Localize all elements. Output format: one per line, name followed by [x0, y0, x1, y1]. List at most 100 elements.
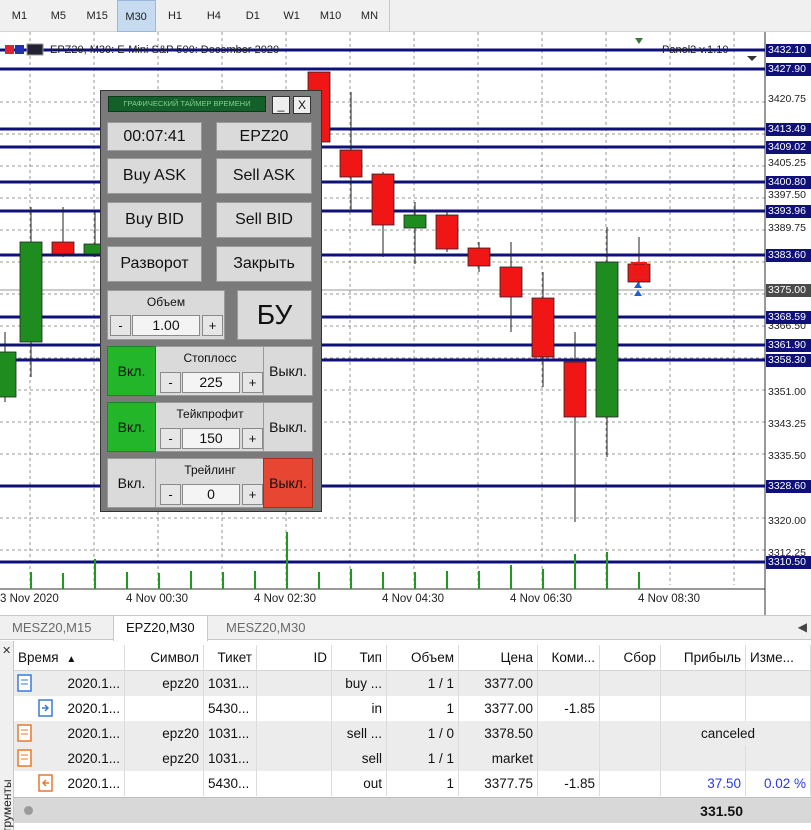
takeprofit-off-button[interactable]: Выкл.	[263, 402, 313, 452]
stoploss-on-button[interactable]: Вкл.	[107, 346, 156, 396]
candle-body	[0, 351, 17, 398]
chart-scroll-icon[interactable]	[747, 56, 757, 61]
timeframe-m30-button[interactable]: M30	[116, 0, 156, 32]
volume-label: Объем	[146, 295, 186, 309]
tab-epz20-m30[interactable]: EPZ20,M30	[113, 616, 208, 641]
candlesticks	[0, 71, 651, 522]
column-ticket[interactable]: Тикет	[204, 645, 257, 671]
column-time-label: Время	[18, 650, 59, 665]
column-volume[interactable]: Объем	[387, 645, 459, 671]
timeframe-w1-button[interactable]: W1	[272, 0, 311, 32]
cell-commission	[538, 746, 600, 771]
tab-mesz20-m15[interactable]: MESZ20,M15	[0, 616, 103, 640]
column-symbol[interactable]: Символ	[125, 645, 204, 671]
column-fee[interactable]: Сбор	[600, 645, 661, 671]
timeframe-m10-button[interactable]: M10	[311, 0, 350, 32]
time-tick: 4 Nov 00:30	[126, 593, 189, 605]
candle-body	[339, 149, 363, 178]
level-label: 3328.60	[766, 480, 811, 493]
close-icon[interactable]: ✕	[2, 644, 11, 657]
buy-ask-button[interactable]: Buy ASK	[107, 158, 202, 194]
flag-icon-2	[15, 45, 24, 54]
minimize-button[interactable]: _	[272, 96, 290, 114]
column-time[interactable]: Время ▲	[14, 645, 125, 671]
sell-ask-button[interactable]: Sell ASK	[216, 158, 312, 194]
column-id[interactable]: ID	[257, 645, 332, 671]
table-row[interactable]: 2020.1... 5430... out 1 3377.75 -1.85 37…	[14, 771, 811, 796]
tabs-scroll-icon[interactable]: ◀	[798, 620, 807, 634]
timeframe-h1-button[interactable]: H1	[156, 0, 195, 32]
cell-change	[746, 746, 811, 771]
takeprofit-decrease-button[interactable]: -	[160, 428, 181, 449]
cell-commission: -1.85	[538, 771, 600, 796]
timeframe-m5-button[interactable]: M5	[39, 0, 78, 32]
cell-price: market	[459, 746, 538, 771]
timeframe-mn-button[interactable]: MN	[350, 0, 389, 32]
cell-fee	[600, 721, 661, 746]
volume-decrease-button[interactable]: -	[110, 315, 131, 336]
reverse-button[interactable]: Разворот	[107, 246, 202, 282]
table-row[interactable]: 2020.1... epz20 1031... sell ... 1 / 0 3…	[14, 721, 811, 746]
trailing-off-button[interactable]: Выкл.	[263, 458, 313, 508]
sell-bid-button[interactable]: Sell BID	[216, 202, 312, 238]
close-position-button[interactable]: Закрыть	[216, 246, 312, 282]
trailing-increase-button[interactable]: +	[242, 484, 263, 505]
takeprofit-increase-button[interactable]: +	[242, 428, 263, 449]
cell-id	[257, 746, 332, 771]
trailing-decrease-button[interactable]: -	[160, 484, 181, 505]
table-row[interactable]: 2020.1... epz20 1031... sell 1 / 1 marke…	[14, 746, 811, 771]
timeframe-h4-button[interactable]: H4	[194, 0, 233, 32]
cell-symbol	[125, 696, 204, 721]
trailing-label: Трейлинг	[184, 463, 236, 477]
panel-version: Panel2 v.1.10	[662, 44, 729, 56]
level-label: 3368.59	[766, 311, 811, 324]
trailing-on-button[interactable]: Вкл.	[107, 458, 156, 508]
takeprofit-on-button[interactable]: Вкл.	[107, 402, 156, 452]
stoploss-input[interactable]: 225	[182, 372, 240, 393]
column-commission[interactable]: Коми...	[538, 645, 600, 671]
level-label: 3393.96	[766, 205, 811, 218]
column-profit[interactable]: Прибыль	[661, 645, 746, 671]
buy-bid-button[interactable]: Buy BID	[107, 202, 202, 238]
candle-body	[435, 214, 459, 250]
close-button[interactable]: X	[293, 96, 311, 114]
cell-ticket: 5430...	[204, 696, 257, 721]
history-table: ✕ трументы Время ▲ Символ Тикет ID Тип О…	[0, 641, 811, 830]
column-change[interactable]: Измe...	[746, 645, 811, 671]
cell-profit	[661, 746, 746, 771]
column-type[interactable]: Тип	[332, 645, 387, 671]
timeframe-d1-button[interactable]: D1	[233, 0, 272, 32]
panel-title[interactable]: ГРАФИЧЕСКИЙ ТАЙМЕР ВРЕМЕНИ	[108, 96, 266, 112]
cell-commission	[538, 671, 600, 696]
cell-ticket: 1031...	[204, 671, 257, 696]
price-tick: 3351.00	[766, 386, 811, 399]
chart-shift-marker-icon[interactable]	[635, 38, 643, 44]
cell-profit	[661, 671, 746, 696]
volume-increase-button[interactable]: +	[202, 315, 223, 336]
cell-profit: canceled	[700, 726, 755, 741]
cell-type: buy ...	[332, 671, 387, 696]
chart-mode-icon[interactable]	[26, 43, 44, 56]
timeframe-group: M1 M5 M15 M30 H1 H4 D1 W1 M10 MN	[0, 0, 390, 32]
trailing-input[interactable]: 0	[182, 484, 240, 505]
stoploss-decrease-button[interactable]: -	[160, 372, 181, 393]
cell-volume: 1	[387, 771, 459, 796]
volume-input[interactable]: 1.00	[132, 315, 200, 336]
cell-profit: 37.50	[661, 771, 746, 796]
level-label: 3400.80	[766, 176, 811, 189]
table-row[interactable]: 2020.1... 5430... in 1 3377.00 -1.85	[14, 696, 811, 721]
breakeven-button[interactable]: БУ	[237, 290, 312, 340]
current-price-label: 3375.00	[766, 284, 811, 297]
price-tick: 3389.75	[766, 222, 811, 235]
level-label: 3409.02	[766, 141, 811, 154]
stoploss-off-button[interactable]: Выкл.	[263, 346, 313, 396]
column-price[interactable]: Цена	[459, 645, 538, 671]
timeframe-m1-button[interactable]: M1	[0, 0, 39, 32]
timeframe-m15-button[interactable]: M15	[78, 0, 117, 32]
takeprofit-input[interactable]: 150	[182, 428, 240, 449]
stoploss-increase-button[interactable]: +	[242, 372, 263, 393]
level-label: 3361.90	[766, 339, 811, 352]
table-row[interactable]: 2020.1... epz20 1031... buy ... 1 / 1 33…	[14, 671, 811, 696]
tab-mesz20-m30[interactable]: MESZ20,M30	[214, 616, 317, 640]
cell-price: 3378.50	[459, 721, 538, 746]
